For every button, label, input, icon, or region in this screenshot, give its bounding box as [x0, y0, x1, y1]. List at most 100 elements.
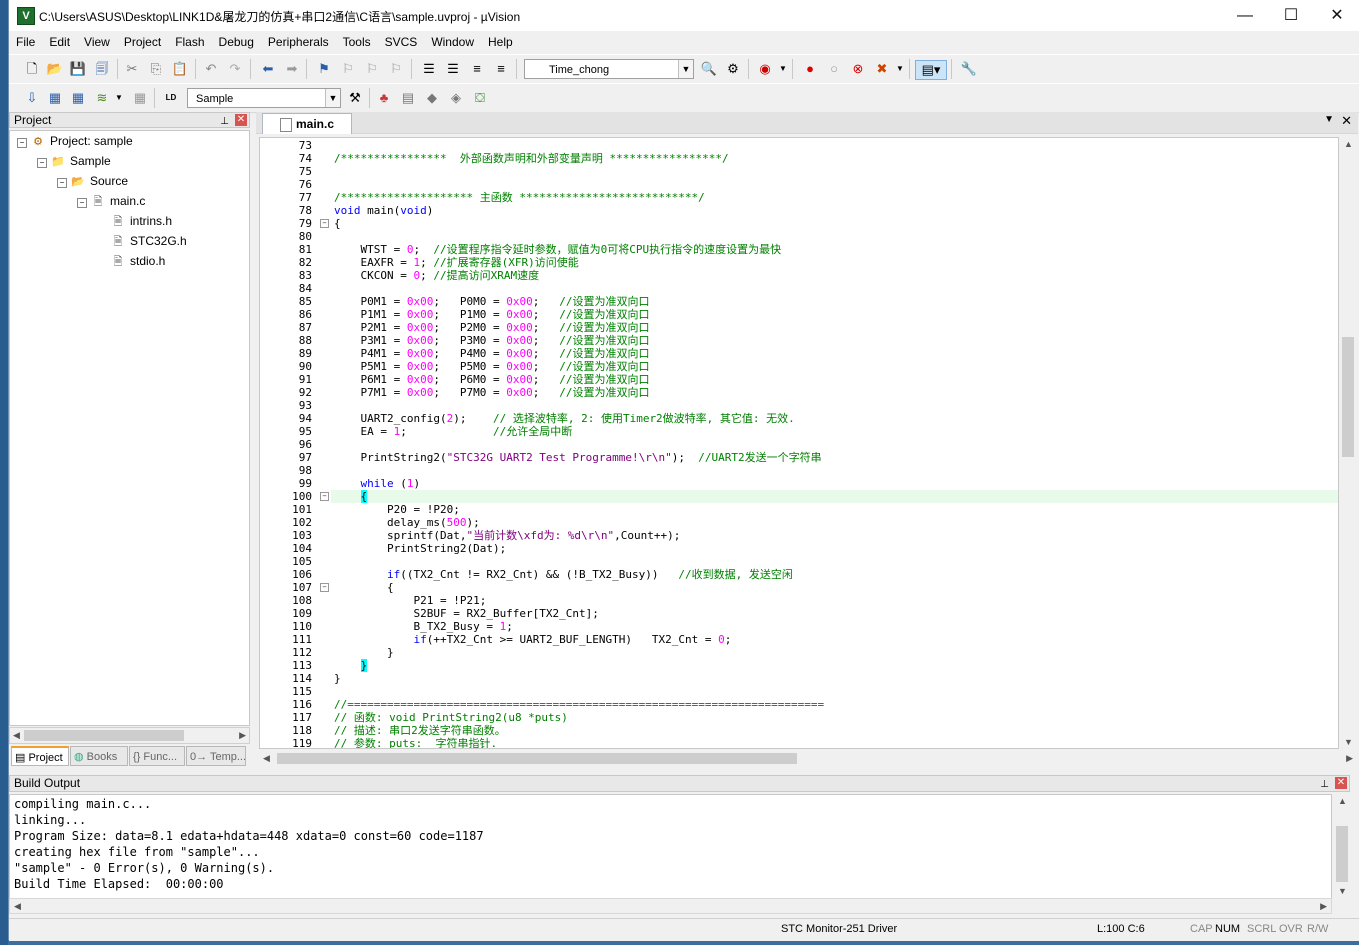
- chevron-down-icon[interactable]: ▼: [891, 60, 909, 78]
- code-line[interactable]: 100− {: [260, 490, 1320, 503]
- scroll-left-icon[interactable]: ◀: [13, 730, 20, 741]
- incremental-find-icon[interactable]: ⚙: [724, 60, 742, 78]
- chevron-down-icon[interactable]: ▼: [325, 89, 340, 107]
- build-horizontal-scrollbar[interactable]: ◀ ▶: [9, 898, 1332, 914]
- undo-icon[interactable]: ↶: [202, 60, 220, 78]
- code-line[interactable]: 95 EA = 1; //允许全局中断: [260, 425, 1320, 438]
- code-line[interactable]: 82 EAXFR = 1; //扩展寄存器(XFR)访问使能: [260, 256, 1320, 269]
- code-line[interactable]: 88 P3M1 = 0x00; P3M0 = 0x00; //设置为准双向口: [260, 334, 1320, 347]
- code-line[interactable]: 77 /******************** 主函数 ************…: [260, 191, 1320, 204]
- code-line[interactable]: 74 /**************** 外部函数声明和外部变量声明 ******…: [260, 152, 1320, 165]
- close-icon[interactable]: ✕: [1335, 777, 1347, 789]
- redo-icon[interactable]: ↷: [226, 60, 244, 78]
- code-line[interactable]: 101 P20 = !P20;: [260, 503, 1320, 516]
- code-line[interactable]: 107− {: [260, 581, 1320, 594]
- save-all-icon[interactable]: 🗐: [93, 60, 111, 78]
- code-line[interactable]: 117 // 函数: void PrintString2(u8 *puts): [260, 711, 1320, 724]
- code-line[interactable]: 80: [260, 230, 1320, 243]
- scroll-thumb[interactable]: [1342, 337, 1354, 457]
- close-icon[interactable]: ✕: [235, 114, 247, 126]
- target-combo[interactable]: Sample ▼: [187, 88, 341, 108]
- code-line[interactable]: 99 while (1): [260, 477, 1320, 490]
- code-line[interactable]: 102 delay_ms(500);: [260, 516, 1320, 529]
- code-line[interactable]: 83 CKCON = 0; //提高访问XRAM速度: [260, 269, 1320, 282]
- stop-build-icon[interactable]: ▦: [131, 89, 149, 107]
- target-options-icon[interactable]: ⚒: [346, 89, 364, 107]
- menu-window[interactable]: Window: [424, 31, 481, 53]
- editor-vertical-scrollbar[interactable]: ▲ ▼: [1340, 137, 1356, 749]
- code-line[interactable]: 86 P1M1 = 0x00; P1M0 = 0x00; //设置为准双向口: [260, 308, 1320, 321]
- code-line[interactable]: 111 if(++TX2_Cnt >= UART2_BUF_LENGTH) TX…: [260, 633, 1320, 646]
- find-in-files-icon[interactable]: 🔍: [700, 60, 718, 78]
- project-horizontal-scrollbar[interactable]: ◀ ▶: [9, 727, 250, 744]
- code-line[interactable]: 92 P7M1 = 0x00; P7M0 = 0x00; //设置为准双向口: [260, 386, 1320, 399]
- navigate-back-icon[interactable]: ⬅: [259, 60, 277, 78]
- build-vertical-scrollbar[interactable]: ▲ ▼: [1334, 794, 1350, 898]
- tree-item-target[interactable]: 📁 Sample: [50, 151, 111, 171]
- code-line[interactable]: 87 P2M1 = 0x00; P2M0 = 0x00; //设置为准双向口: [260, 321, 1320, 334]
- pack-installer-icon[interactable]: ⛋: [471, 89, 489, 107]
- find-combo[interactable]: Time_chong ▼: [524, 59, 694, 79]
- code-line[interactable]: 119 // 参数: puts: 字符串指针.: [260, 737, 1320, 748]
- code-line[interactable]: 98: [260, 464, 1320, 477]
- code-line[interactable]: 110 B_TX2_Busy = 1;: [260, 620, 1320, 633]
- breakpoint-disable-all-icon[interactable]: ⊗: [849, 60, 867, 78]
- navigate-forward-icon[interactable]: ➡: [283, 60, 301, 78]
- pin-icon[interactable]: ⊥: [1320, 777, 1329, 792]
- bookmark-clear-icon[interactable]: ⚐: [387, 60, 405, 78]
- close-button[interactable]: ✕: [1314, 0, 1359, 31]
- breakpoint-insert-icon[interactable]: ●: [801, 60, 819, 78]
- window-layout-icon[interactable]: ▤▾: [915, 60, 947, 80]
- code-line[interactable]: 113 }: [260, 659, 1320, 672]
- code-line[interactable]: 112 }: [260, 646, 1320, 659]
- code-line[interactable]: 73: [260, 139, 1320, 152]
- breakpoint-disable-icon[interactable]: ○: [825, 60, 843, 78]
- tree-item-group[interactable]: 📂 Source: [70, 171, 128, 191]
- scroll-thumb[interactable]: [24, 730, 184, 741]
- minimize-button[interactable]: —: [1222, 0, 1268, 31]
- pin-icon[interactable]: ⊥: [220, 114, 229, 129]
- tab-list-chevron-icon[interactable]: ▼: [1324, 114, 1334, 125]
- code-line[interactable]: 105: [260, 555, 1320, 568]
- code-line[interactable]: 89 P4M1 = 0x00; P4M0 = 0x00; //设置为准双向口: [260, 347, 1320, 360]
- code-line[interactable]: 85 P0M1 = 0x00; P0M0 = 0x00; //设置为准双向口: [260, 295, 1320, 308]
- indent-icon[interactable]: ☰: [420, 60, 438, 78]
- menu-svcs[interactable]: SVCS: [378, 31, 425, 53]
- close-tab-icon[interactable]: ✕: [1341, 113, 1352, 129]
- code-line[interactable]: 115: [260, 685, 1320, 698]
- scroll-up-icon[interactable]: ▲: [1344, 139, 1353, 149]
- manage-packs-icon[interactable]: ▤: [399, 89, 417, 107]
- code-line[interactable]: 103 sprintf(Dat,"当前计数\xfd为: %d\r\n",Coun…: [260, 529, 1320, 542]
- tree-item-include[interactable]: 🗎 intrins.h: [110, 211, 172, 231]
- new-file-icon[interactable]: 🗋: [23, 60, 41, 78]
- configure-icon[interactable]: 🔧: [960, 60, 978, 78]
- tab-functions[interactable]: {} Func...: [129, 746, 185, 766]
- batch-build-icon[interactable]: ≋: [93, 89, 111, 107]
- scroll-right-icon[interactable]: ▶: [1346, 753, 1353, 764]
- tree-item-include[interactable]: 🗎 STC32G.h: [110, 231, 187, 251]
- breakpoint-kill-all-icon[interactable]: ✖: [873, 60, 891, 78]
- code-line[interactable]: 116 //===================================…: [260, 698, 1320, 711]
- cut-icon[interactable]: ✂: [123, 60, 141, 78]
- code-line[interactable]: 97 PrintString2("STC32G UART2 Test Progr…: [260, 451, 1320, 464]
- bookmark-insert-icon[interactable]: ⚑: [315, 60, 333, 78]
- save-icon[interactable]: 💾: [69, 60, 87, 78]
- code-line[interactable]: 118 // 描述: 串口2发送字符串函数。: [260, 724, 1320, 737]
- code-line[interactable]: 84: [260, 282, 1320, 295]
- menu-debug[interactable]: Debug: [212, 31, 261, 53]
- manage-project-items-icon[interactable]: ♣: [375, 89, 393, 107]
- scroll-thumb[interactable]: [277, 753, 797, 764]
- tree-item-file[interactable]: 🗎 main.c: [90, 191, 146, 211]
- menu-help[interactable]: Help: [481, 31, 520, 53]
- manage-rte-icon[interactable]: ◈: [447, 89, 465, 107]
- code-line[interactable]: 79−{: [260, 217, 1320, 230]
- tab-templates[interactable]: 0→ Temp...: [186, 746, 246, 766]
- code-line[interactable]: 114}: [260, 672, 1320, 685]
- menu-tools[interactable]: Tools: [336, 31, 378, 53]
- unindent-icon[interactable]: ☰: [444, 60, 462, 78]
- tab-books[interactable]: ◍ Books: [70, 746, 128, 766]
- menu-project[interactable]: Project: [117, 31, 168, 53]
- maximize-button[interactable]: ☐: [1268, 0, 1314, 31]
- open-file-icon[interactable]: 📂: [46, 60, 64, 78]
- menu-view[interactable]: View: [77, 31, 117, 53]
